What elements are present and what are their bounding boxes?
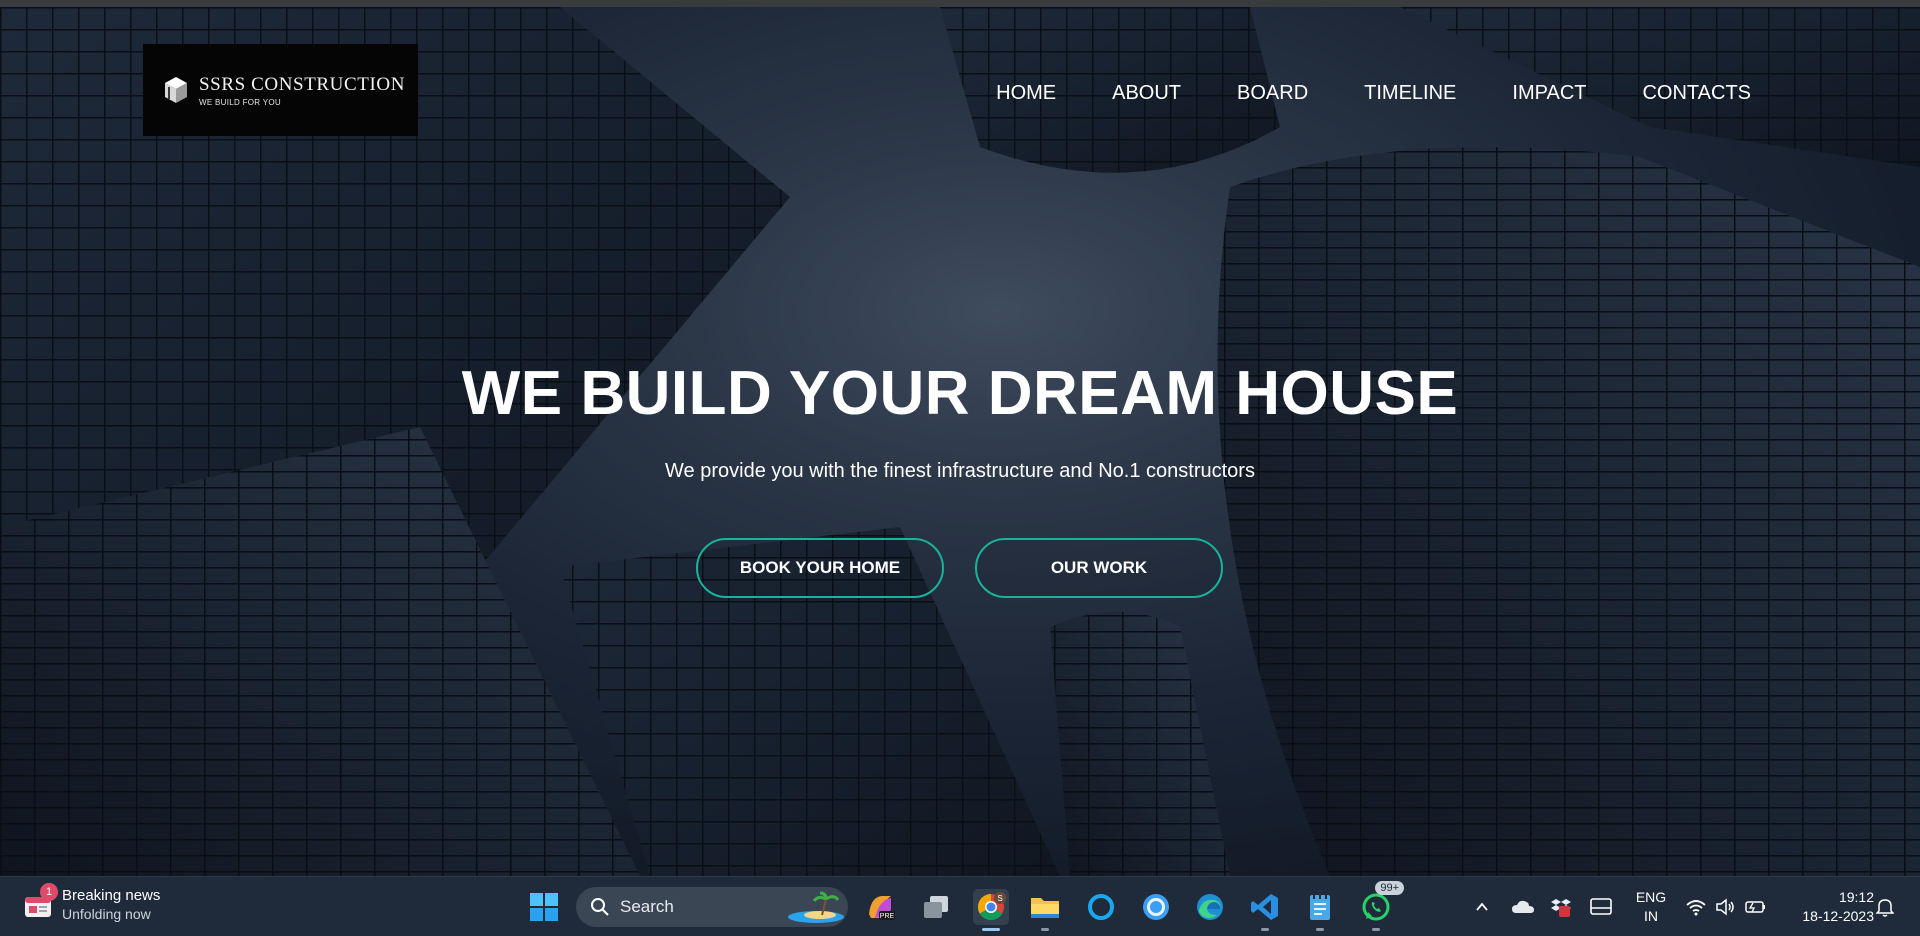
running-indicator [1316, 928, 1324, 931]
cortana-icon[interactable] [1083, 889, 1119, 925]
clock-date: 18-12-2023 [1802, 908, 1874, 924]
active-indicator [982, 928, 1000, 931]
whatsapp-icon[interactable]: 99+ [1358, 881, 1404, 931]
news-widget[interactable]: 1 Breaking news Unfolding now [22, 882, 161, 922]
volume-icon[interactable] [1710, 889, 1742, 925]
chrome-icon[interactable]: S [973, 889, 1009, 931]
nav-home[interactable]: HOME [996, 82, 1056, 105]
language-code: ENG [1635, 889, 1667, 905]
windows-taskbar: 1 Breaking news Unfolding now Search PRE… [0, 876, 1920, 936]
hero-subtitle: We provide you with the finest infrastru… [665, 460, 1255, 482]
news-widget-icon: 1 [22, 882, 58, 921]
copilot-pre-icon[interactable]: PRE [862, 889, 898, 925]
hero-overlay [0, 7, 1920, 876]
news-title: Breaking news [62, 887, 161, 904]
wifi-icon[interactable] [1680, 889, 1712, 925]
news-badge: 1 [40, 882, 58, 901]
brand-tagline: WE BUILD FOR YOU [199, 97, 281, 107]
clock-time: 19:12 [1838, 889, 1874, 905]
dropbox-icon[interactable] [1543, 889, 1579, 925]
search-placeholder: Search [620, 897, 674, 916]
main-nav: HOME ABOUT BOARD TIMELINE IMPACT CONTACT… [996, 82, 1751, 105]
beach-highlight-icon [788, 891, 844, 923]
tablet-mode-icon[interactable] [1583, 889, 1619, 925]
running-indicator [1041, 928, 1049, 931]
nav-impact[interactable]: IMPACT [1512, 82, 1586, 105]
circle-app-icon[interactable] [1138, 889, 1174, 925]
search-icon [591, 898, 609, 916]
brand-name: SSRS CONSTRUCTION [199, 73, 406, 95]
running-indicator [1372, 928, 1380, 931]
chrome-profile-letter: S [997, 894, 1002, 903]
cube-logo-icon [165, 77, 187, 103]
clock[interactable]: 19:12 18-12-2023 [1782, 888, 1874, 926]
task-view-icon[interactable] [918, 889, 954, 925]
chevron-up-icon[interactable] [1464, 889, 1500, 925]
onedrive-cloud-icon[interactable] [1505, 889, 1541, 925]
hero-section [0, 7, 1920, 876]
notification-bell-icon[interactable] [1870, 889, 1900, 925]
nav-contacts[interactable]: CONTACTS [1642, 82, 1751, 105]
running-indicator [1261, 928, 1269, 931]
svg-text:PRE: PRE [880, 913, 895, 920]
our-work-button[interactable]: OUR WORK [975, 538, 1223, 598]
windows-start-icon[interactable] [526, 889, 562, 925]
language-indicator[interactable]: ENG IN [1630, 888, 1672, 926]
taskbar-search[interactable]: Search [576, 887, 848, 927]
brand-logo[interactable]: SSRS CONSTRUCTION WE BUILD FOR YOU [143, 44, 418, 136]
edge-icon[interactable] [1192, 889, 1228, 925]
nav-about[interactable]: ABOUT [1112, 82, 1181, 105]
news-subtitle: Unfolding now [62, 906, 151, 922]
hero-title: WE BUILD YOUR DREAM HOUSE [461, 359, 1459, 428]
nav-timeline[interactable]: TIMELINE [1364, 82, 1456, 105]
notepad-icon[interactable] [1302, 889, 1338, 931]
nav-board[interactable]: BOARD [1237, 82, 1308, 105]
browser-top-strip [0, 0, 1920, 7]
vscode-icon[interactable] [1247, 889, 1283, 931]
battery-icon[interactable] [1740, 889, 1772, 925]
file-explorer-icon[interactable] [1027, 889, 1063, 931]
language-region: IN [1644, 908, 1658, 924]
book-your-home-button[interactable]: BOOK YOUR HOME [696, 538, 944, 598]
whatsapp-badge: 99+ [1375, 881, 1404, 895]
